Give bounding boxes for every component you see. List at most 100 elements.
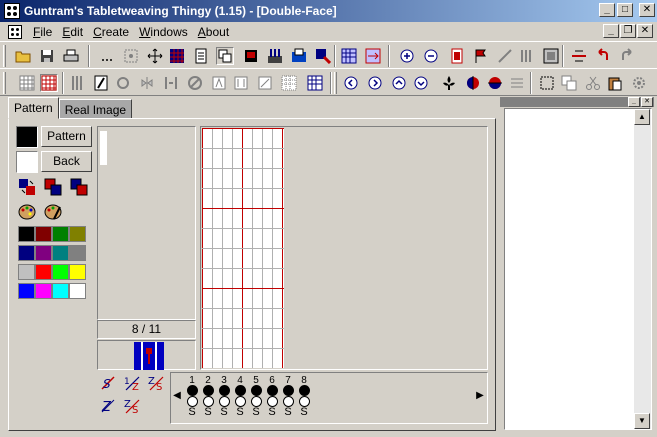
arrow-right-icon[interactable] <box>366 74 384 92</box>
page-icon[interactable] <box>448 47 466 65</box>
palette-swatch[interactable] <box>18 226 35 242</box>
redo-icon[interactable] <box>618 47 636 65</box>
card-hole-filled[interactable] <box>283 385 294 396</box>
palette-swatch[interactable] <box>69 226 86 242</box>
flag-icon[interactable] <box>472 47 490 65</box>
half-circle-icon[interactable] <box>464 74 482 92</box>
card-threading-direction[interactable]: S <box>218 406 230 418</box>
scroll-down-button[interactable]: ▼ <box>634 413 650 429</box>
menu-about[interactable]: About <box>193 25 234 39</box>
lines-icon[interactable] <box>508 74 526 92</box>
palette-swatch[interactable] <box>69 264 86 280</box>
palette-swatch[interactable] <box>52 264 69 280</box>
twist-half-icon[interactable]: 1Z <box>124 375 142 394</box>
arrow-left-icon[interactable] <box>342 74 360 92</box>
twist-s-icon[interactable]: S <box>100 375 116 394</box>
frame-icon[interactable] <box>542 47 560 65</box>
real-image-view[interactable] <box>504 108 652 430</box>
zoom-in-icon[interactable] <box>398 47 416 65</box>
palette-swatch[interactable] <box>52 283 69 299</box>
pattern-color-swatch[interactable] <box>16 126 38 148</box>
threads-icon[interactable] <box>68 74 86 92</box>
twist-z-icon[interactable]: Z <box>100 398 116 417</box>
loom-icon[interactable] <box>290 47 308 65</box>
columns-icon[interactable] <box>518 47 536 65</box>
card-threading-direction[interactable]: S <box>250 406 262 418</box>
palette-swatch[interactable] <box>69 283 86 299</box>
card-icon[interactable] <box>192 47 210 65</box>
palette-swatch[interactable] <box>35 283 52 299</box>
mirror-icon[interactable] <box>162 74 180 92</box>
tab-pattern[interactable]: Pattern <box>8 97 59 119</box>
move-icon[interactable] <box>146 47 164 65</box>
mdi-close-button[interactable]: ✕ <box>637 24 653 38</box>
card-threading-direction[interactable]: S <box>282 406 294 418</box>
card-threading-direction[interactable]: S <box>234 406 246 418</box>
card-b-icon[interactable] <box>232 74 250 92</box>
maximize-button[interactable]: □ <box>617 3 633 17</box>
palette-icon[interactable] <box>18 203 36 221</box>
undo-icon[interactable] <box>594 47 612 65</box>
paste-icon[interactable] <box>606 74 624 92</box>
export-icon[interactable] <box>242 47 260 65</box>
twist-zs2-icon[interactable]: ZS <box>124 398 142 417</box>
copy-view-icon[interactable] <box>216 47 234 65</box>
cut-icon[interactable] <box>584 74 602 92</box>
menu-windows[interactable]: Windows <box>134 25 193 39</box>
mdi-restore-button[interactable]: ❐ <box>620 24 636 38</box>
palette-swatch[interactable] <box>69 245 86 261</box>
back-color-button[interactable]: Back <box>41 151 92 172</box>
palette-swatch[interactable] <box>35 264 52 280</box>
card-hole-filled[interactable] <box>251 385 262 396</box>
card-hole-filled[interactable] <box>219 385 230 396</box>
grid-red-icon[interactable] <box>40 74 58 92</box>
palette-swatch[interactable] <box>35 226 52 242</box>
save-icon[interactable] <box>38 47 56 65</box>
close-button[interactable]: ✕ <box>639 3 655 17</box>
swap-colors-icon[interactable] <box>18 178 36 196</box>
weave-icon[interactable] <box>266 47 284 65</box>
no-icon[interactable] <box>186 74 204 92</box>
blue-grid-icon[interactable] <box>306 74 324 92</box>
card-threading-direction[interactable]: S <box>202 406 214 418</box>
half-circle-h-icon[interactable] <box>486 74 504 92</box>
palette-swatch[interactable] <box>18 245 35 261</box>
pen-icon[interactable] <box>92 74 110 92</box>
menu-create[interactable]: Create <box>88 25 134 39</box>
card-hole-filled[interactable] <box>267 385 278 396</box>
copy-icon[interactable] <box>560 74 578 92</box>
card-threading-direction[interactable]: S <box>266 406 278 418</box>
menu-file[interactable]: File <box>28 25 57 39</box>
arrow-up-icon[interactable] <box>390 74 408 92</box>
palette-swatch[interactable] <box>18 264 35 280</box>
pattern-to-back-icon[interactable] <box>44 178 62 196</box>
mdi-minimize-button[interactable]: _ <box>603 24 619 38</box>
right-panel-minimize[interactable]: _ <box>628 97 640 107</box>
vertical-scrollbar[interactable]: ▲ ▼ <box>634 109 651 429</box>
pattern-grid-icon[interactable] <box>340 47 358 65</box>
back-to-pattern-icon[interactable] <box>70 178 88 196</box>
flip-icon[interactable] <box>138 74 156 92</box>
palette-swatch[interactable] <box>52 245 69 261</box>
card-c-icon[interactable] <box>256 74 274 92</box>
pattern-color-button[interactable]: Pattern <box>41 126 92 147</box>
center-icon[interactable] <box>122 47 140 65</box>
palette-swatch[interactable] <box>52 226 69 242</box>
rotate-icon[interactable] <box>114 74 132 92</box>
pattern-preview-list[interactable] <box>97 126 196 320</box>
palette-swatch[interactable] <box>18 283 35 299</box>
right-panel-close[interactable]: ✕ <box>641 97 653 107</box>
card-threading-direction[interactable]: S <box>186 406 198 418</box>
dots-icon[interactable] <box>98 47 116 65</box>
scroll-up-button[interactable]: ▲ <box>634 109 650 125</box>
open-folder-icon[interactable] <box>14 47 32 65</box>
menu-edit[interactable]: Edit <box>57 25 88 39</box>
grid-icon[interactable] <box>18 74 36 92</box>
card-hole-filled[interactable] <box>187 385 198 396</box>
minimize-button[interactable]: _ <box>599 3 615 17</box>
preview-thumb[interactable] <box>100 131 107 165</box>
palette-edit-icon[interactable] <box>44 203 62 221</box>
settings-icon[interactable] <box>630 74 648 92</box>
threading-scroll-right[interactable]: ▶ <box>475 390 485 401</box>
pattern-grid[interactable] <box>202 128 284 368</box>
